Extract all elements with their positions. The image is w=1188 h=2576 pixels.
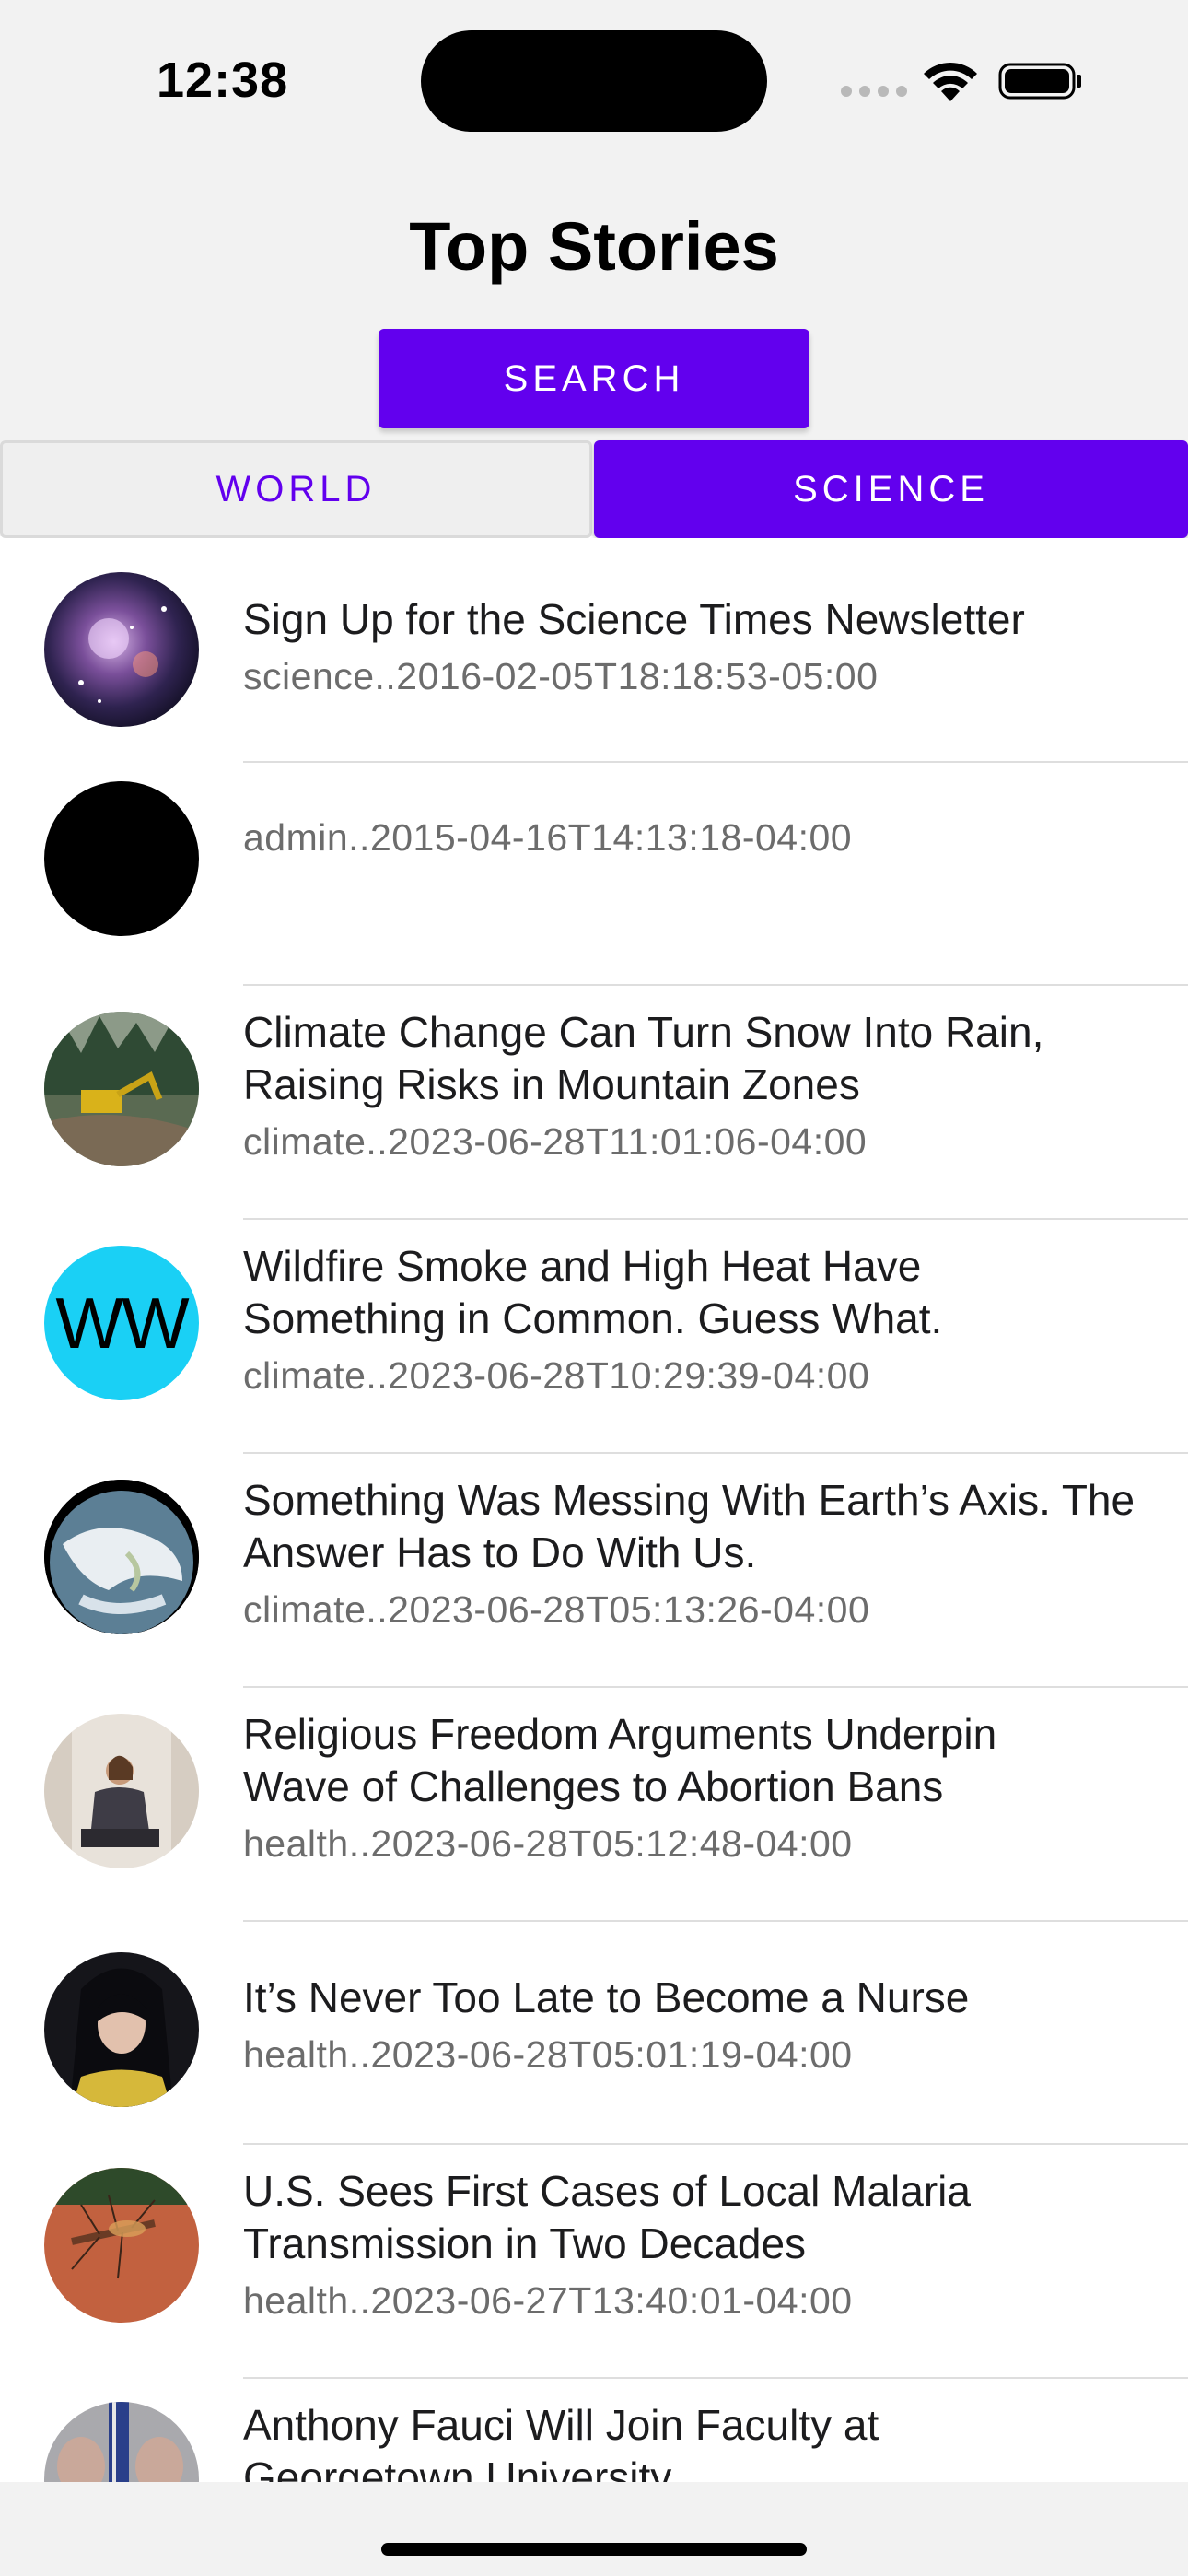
mosquito-thumbnail (44, 2168, 199, 2323)
header-area: 12:38 Top Stories SEARCH WORLD SCIENCE (0, 0, 1188, 538)
home-indicator[interactable] (381, 2543, 807, 2556)
portrait-thumbnail (44, 1952, 199, 2107)
tab-world[interactable]: WORLD (0, 440, 592, 538)
article-meta: climate..2023-06-28T11:01:06-04:00 (243, 1120, 868, 1163)
tab-science[interactable]: SCIENCE (594, 440, 1188, 538)
search-button[interactable]: SEARCH (379, 329, 809, 428)
list-item[interactable]: Anthony Fauci Will Join Faculty at Georg… (0, 2379, 1188, 2482)
earth-thumbnail (44, 1480, 199, 1634)
placeholder-thumbnail (44, 781, 199, 936)
status-time: 12:38 (157, 53, 289, 108)
wifi-icon (924, 62, 977, 101)
article-list[interactable]: Sign Up for the Science Times Newsletter… (0, 538, 1188, 2482)
article-headline: Something Was Messing With Earth’s Axis.… (243, 1476, 1136, 1576)
dynamic-island (421, 30, 767, 132)
seated-woman-thumbnail (44, 1714, 199, 1868)
article-meta: health..2023-06-28T05:12:48-04:00 (243, 1822, 853, 1865)
ww-logo-thumbnail: WW (44, 1246, 199, 1400)
article-headline: Wildfire Smoke and High Heat Have Someth… (243, 1242, 943, 1342)
galaxy-thumbnail (44, 572, 199, 727)
article-meta: admin..2015-04-16T14:13:18-04:00 (243, 816, 853, 859)
article-meta: science..2016-02-05T18:18:53-05:00 (243, 655, 879, 697)
list-item[interactable]: Religious Freedom Arguments Underpin Wav… (0, 1688, 1188, 1920)
list-item[interactable]: It’s Never Too Late to Become a Nurse he… (0, 1922, 1188, 2145)
list-item[interactable]: WW Wildfire Smoke and High Heat Have Som… (0, 1220, 1188, 1452)
fauci-thumbnail (44, 2402, 199, 2482)
bottom-safe-area (0, 2482, 1188, 2576)
list-item[interactable]: U.S. Sees First Cases of Local Malaria T… (0, 2145, 1188, 2377)
ww-logo-text: WW (55, 1282, 189, 1364)
article-meta: health..2023-06-28T05:01:19-04:00 (243, 2033, 853, 2076)
cellular-signal-icon (841, 86, 907, 97)
article-meta: climate..2023-06-28T10:29:39-04:00 (243, 1354, 870, 1397)
article-headline: U.S. Sees First Cases of Local Malaria T… (243, 2167, 971, 2267)
article-headline: Climate Change Can Turn Snow Into Rain, … (243, 1008, 1044, 1108)
article-headline: Religious Freedom Arguments Underpin Wav… (243, 1710, 997, 1810)
article-meta: climate..2023-06-28T05:13:26-04:00 (243, 1588, 870, 1631)
excavator-thumbnail (44, 1012, 199, 1166)
article-headline: It’s Never Too Late to Become a Nurse (243, 1973, 970, 2021)
article-meta: health..2023-06-27T13:40:01-04:00 (243, 2279, 853, 2322)
battery-icon (998, 63, 1081, 100)
list-item[interactable]: Sign Up for the Science Times Newsletter… (0, 538, 1188, 761)
article-headline: Anthony Fauci Will Join Faculty at Georg… (243, 2401, 879, 2482)
list-item[interactable]: admin..2015-04-16T14:13:18-04:00 (0, 763, 1188, 986)
page-title: Top Stories (409, 208, 779, 285)
article-headline: Sign Up for the Science Times Newsletter (243, 595, 1025, 643)
list-item[interactable]: Something Was Messing With Earth’s Axis.… (0, 1454, 1188, 1686)
list-item[interactable]: Climate Change Can Turn Snow Into Rain, … (0, 986, 1188, 1218)
